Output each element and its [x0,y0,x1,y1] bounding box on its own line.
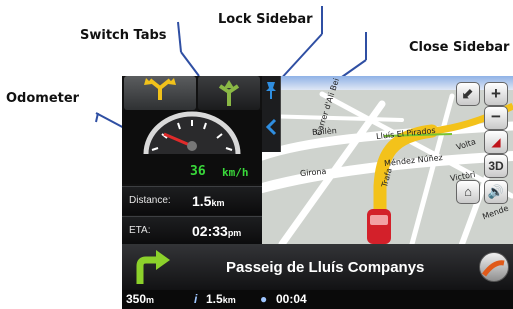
turn-arrows-icon [218,80,240,106]
eta-row: ETA: 02:33pm [122,216,262,245]
home-button[interactable]: ⌂ [456,180,480,204]
eta-label: ETA: [129,225,151,236]
sidebar-control-strip [262,76,281,152]
info-icon: i [194,292,198,306]
road-icon [481,260,505,277]
distance-row: Distance: 1.5km [122,186,262,215]
compass-button[interactable]: ◢ [484,130,508,154]
back-arrow-button[interactable]: ⬋ [456,82,480,106]
chevron-left-icon [265,118,277,136]
close-sidebar-button[interactable] [264,118,278,136]
tab-turn-guidance[interactable] [198,76,260,110]
zoom-out-button[interactable]: − [484,106,508,130]
sidebar: 36 km/h Distance: 1.5km ETA: 02:33pm [122,76,262,245]
tab-lane-guidance[interactable] [124,76,196,110]
remaining-time: 00:04 [276,292,307,306]
turn-distance: 350m [126,292,155,306]
current-street-name: Passeig de Lluís Companys [226,259,425,276]
navigation-screen: Bailèn Lluís El Pirados Volta Méndez Núñ… [122,76,513,309]
clock-icon: ● [260,292,268,306]
pin-icon [266,82,276,99]
speed-value: 36 [190,164,206,179]
menu-button[interactable] [479,252,509,282]
speed-unit: km/h [222,166,249,179]
eta-value: 02:33pm [192,223,242,239]
info-bar: 350m i 1.5km ● 00:04 [122,290,513,309]
lane-split-icon [144,78,176,100]
zoom-in-button[interactable]: + [484,82,508,106]
distance-value: 1.5km [192,193,225,209]
street-bar: Passeig de Lluís Companys [122,244,513,290]
odometer: 36 km/h [122,110,262,184]
lock-sidebar-button[interactable] [264,80,278,100]
remaining-distance: 1.5km [206,292,236,306]
turn-right-arrow-icon [136,250,170,284]
car-position-icon [367,209,391,244]
volume-button[interactable]: 🔊 [484,180,508,204]
distance-label: Distance: [129,195,171,206]
view-3d-button[interactable]: 3D [484,154,508,178]
